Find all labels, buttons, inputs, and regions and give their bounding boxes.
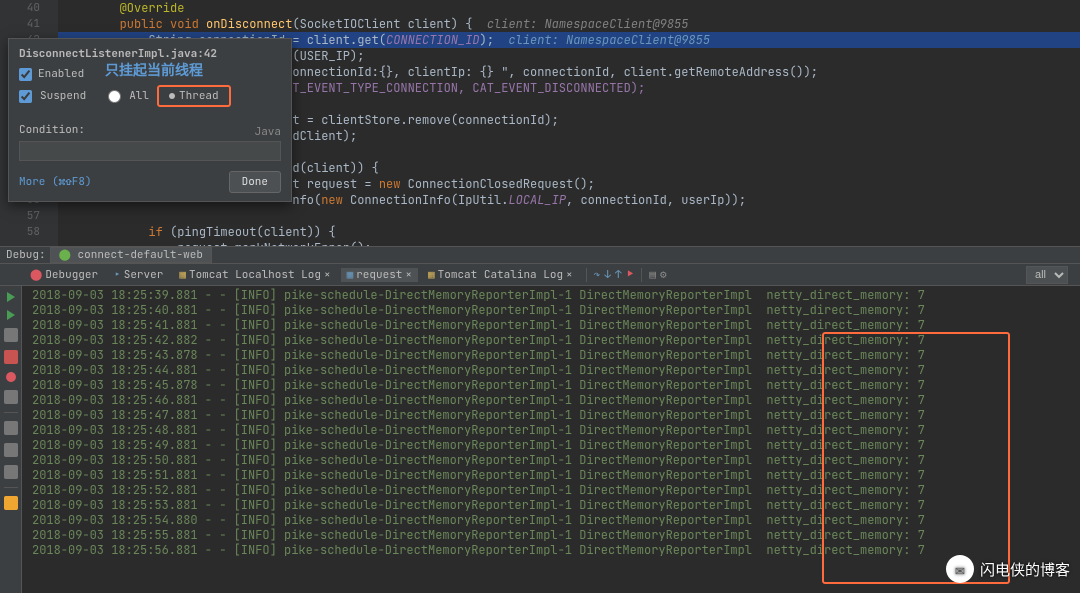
log-line: 2018-09-03 18:25:49.881 - - [INFO] pike-… xyxy=(32,438,1074,453)
resume-icon[interactable]: ⯈ xyxy=(626,268,635,282)
log-line: 2018-09-03 18:25:55.881 - - [INFO] pike-… xyxy=(32,528,1074,543)
log-line: 2018-09-03 18:25:39.881 - - [INFO] pike-… xyxy=(32,288,1074,303)
settings-icon[interactable]: ⚙ xyxy=(660,268,667,282)
done-button[interactable]: Done xyxy=(229,171,281,193)
log-line: 2018-09-03 18:25:44.881 - - [INFO] pike-… xyxy=(32,363,1074,378)
code-line xyxy=(58,208,1080,224)
view-breakpoints-icon[interactable] xyxy=(6,372,16,382)
evaluate-icon[interactable]: ▤ xyxy=(649,268,656,282)
wechat-icon: ✉ xyxy=(946,555,974,583)
log-line: 2018-09-03 18:25:43.878 - - [INFO] pike-… xyxy=(32,348,1074,363)
thread-label: Thread xyxy=(179,89,219,103)
log-line: 2018-09-03 18:25:48.881 - - [INFO] pike-… xyxy=(32,423,1074,438)
step-into-icon[interactable]: ↓ xyxy=(604,268,611,282)
server-tab[interactable]: ▸Server xyxy=(108,268,169,282)
mute-breakpoints-icon[interactable] xyxy=(4,390,18,404)
stop-icon[interactable] xyxy=(4,350,18,364)
log-line: 2018-09-03 18:25:51.881 - - [INFO] pike-… xyxy=(32,468,1074,483)
rerun-icon[interactable] xyxy=(7,310,15,320)
tomcat-localhost-tab[interactable]: ▦Tomcat Localhost Log × xyxy=(173,268,336,282)
enabled-label: Enabled xyxy=(38,67,84,81)
log-console[interactable]: 2018-09-03 18:25:39.881 - - [INFO] pike-… xyxy=(22,286,1074,587)
popup-title: DisconnectListenerImpl.java:42 xyxy=(19,47,281,61)
line-number[interactable]: 41 xyxy=(0,16,58,32)
log-line: 2018-09-03 18:25:54.880 - - [INFO] pike-… xyxy=(32,513,1074,528)
request-tab[interactable]: ▦request × xyxy=(341,268,418,282)
log-line: 2018-09-03 18:25:56.881 - - [INFO] pike-… xyxy=(32,543,1074,558)
layout-icon[interactable] xyxy=(4,421,18,435)
debug-side-toolbar xyxy=(0,286,22,593)
log-line: 2018-09-03 18:25:52.881 - - [INFO] pike-… xyxy=(32,483,1074,498)
code-line: @Override xyxy=(58,0,1080,16)
suspend-checkbox[interactable] xyxy=(19,90,32,103)
debug-config-tab[interactable]: ⬤ connect-default-web xyxy=(50,247,212,263)
suspend-all-radio[interactable] xyxy=(108,90,121,103)
annotation-suspend-thread: 只挂起当前线程 xyxy=(105,60,203,80)
tomcat-catalina-tab[interactable]: ▦Tomcat Catalina Log × xyxy=(422,268,579,282)
log-line: 2018-09-03 18:25:45.878 - - [INFO] pike-… xyxy=(32,378,1074,393)
code-line: public void onDisconnect(SocketIOClient … xyxy=(58,16,1080,32)
log-filter-select[interactable]: all xyxy=(1026,266,1068,284)
pause-icon[interactable] xyxy=(4,328,18,342)
line-number[interactable]: 40 xyxy=(0,0,58,16)
debug-toolwindow-header: Debug: ⬤ connect-default-web xyxy=(0,246,1080,264)
restore-layout-icon[interactable] xyxy=(4,465,18,479)
step-out-icon[interactable]: ↑ xyxy=(615,268,622,282)
pin-icon[interactable] xyxy=(4,443,18,457)
favorites-icon[interactable] xyxy=(4,496,18,510)
more-link[interactable]: More (⌘⇧F8) xyxy=(19,175,92,189)
log-line: 2018-09-03 18:25:40.881 - - [INFO] pike-… xyxy=(32,303,1074,318)
condition-label: Condition: xyxy=(19,123,85,137)
watermark: ✉ 闪电侠的博客 xyxy=(946,555,1070,583)
log-line: 2018-09-03 18:25:47.881 - - [INFO] pike-… xyxy=(32,408,1074,423)
log-line: 2018-09-03 18:25:46.881 - - [INFO] pike-… xyxy=(32,393,1074,408)
code-line: if (pingTimeout(client)) { xyxy=(58,224,1080,240)
watermark-text: 闪电侠的博客 xyxy=(980,559,1070,580)
log-line: 2018-09-03 18:25:41.881 - - [INFO] pike-… xyxy=(32,318,1074,333)
all-label: All xyxy=(129,89,149,103)
step-over-icon[interactable]: ↷ xyxy=(594,268,601,282)
log-line: 2018-09-03 18:25:53.881 - - [INFO] pike-… xyxy=(32,498,1074,513)
language-label: Java xyxy=(255,125,281,139)
suspend-label: Suspend xyxy=(40,89,86,103)
enabled-checkbox[interactable] xyxy=(19,68,32,81)
log-line: 2018-09-03 18:25:42.882 - - [INFO] pike-… xyxy=(32,333,1074,348)
debugger-tab[interactable]: ⬤Debugger xyxy=(24,268,104,282)
radio-selected-icon xyxy=(169,93,175,99)
log-line: 2018-09-03 18:25:50.881 - - [INFO] pike-… xyxy=(32,453,1074,468)
suspend-thread-option[interactable]: Thread xyxy=(157,85,231,107)
line-number[interactable]: 57 xyxy=(0,208,58,224)
line-number[interactable]: 58 xyxy=(0,224,58,240)
debug-label: Debug: xyxy=(6,248,46,262)
resume-program-icon[interactable] xyxy=(7,292,15,302)
debug-toolbar: ⬤Debugger ▸Server ▦Tomcat Localhost Log … xyxy=(0,264,1080,286)
condition-input[interactable] xyxy=(19,141,281,161)
